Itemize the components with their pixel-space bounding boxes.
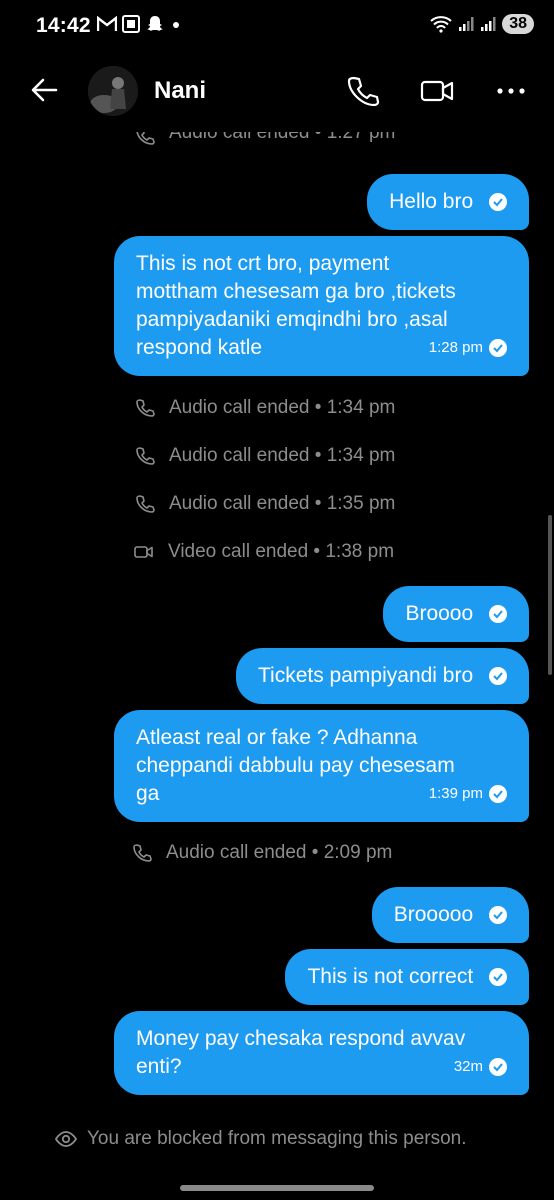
phone-icon: [136, 132, 155, 145]
read-receipt-icon: [489, 785, 507, 803]
status-time: 14:42: [36, 14, 91, 37]
message-text: Brooooo: [393, 903, 474, 926]
message-text: This is not correct: [307, 965, 474, 988]
more-icon[interactable]: [494, 74, 528, 108]
message-bubble[interactable]: Atleast real or fake ? Adhanna cheppandi…: [114, 710, 529, 822]
blocked-notice: You are blocked from messaging this pers…: [55, 1128, 467, 1150]
signal-icon: [481, 17, 496, 31]
call-log-text: Audio call ended • 1:34 pm: [169, 445, 396, 466]
call-log-text: Audio call ended • 1:27 pm: [169, 132, 396, 143]
status-bar: 14:42 38: [0, 0, 554, 56]
call-log-item: Video call ended • 1:38 pm: [134, 541, 394, 563]
call-log-text: Audio call ended • 1:34 pm: [169, 397, 396, 418]
eye-icon: [55, 1131, 77, 1147]
read-receipt-icon: [489, 906, 507, 925]
call-log-item: Audio call ended • 1:34 pm: [135, 397, 395, 419]
read-receipt-icon: [489, 968, 507, 987]
message-time: 1:28 pm: [428, 339, 483, 356]
scrollbar[interactable]: [548, 515, 552, 675]
battery-indicator: 38: [502, 14, 534, 34]
call-log-text: Audio call ended • 1:35 pm: [169, 493, 396, 514]
home-indicator[interactable]: [180, 1185, 374, 1191]
gmail-icon: [97, 16, 117, 31]
message-bubble[interactable]: Money pay chesaka respond avvav enti? 32…: [114, 1011, 529, 1095]
message-bubble[interactable]: This is not correct: [285, 949, 529, 1005]
conversation-header: Nani: [0, 56, 554, 128]
call-log-text: Video call ended • 1:38 pm: [168, 541, 395, 562]
call-log-item: Audio call ended • 2:09 pm: [132, 842, 392, 864]
message-bubble[interactable]: Brooooo: [371, 887, 529, 943]
call-log-item: Audio call ended • 1:35 pm: [135, 493, 395, 515]
message-time: 32m: [453, 1058, 483, 1075]
message-bubble[interactable]: Tickets pampiyandi bro: [236, 648, 529, 704]
message-bubble[interactable]: Broooo: [383, 586, 529, 642]
message-text: Tickets pampiyandi bro: [258, 664, 474, 687]
phone-icon[interactable]: [346, 74, 380, 108]
read-receipt-icon: [489, 339, 507, 357]
message-text: Hello bro: [389, 190, 474, 213]
video-icon: [134, 546, 153, 558]
call-log-item: Audio call ended • 1:27 pm: [135, 132, 395, 154]
message-text: Money pay chesaka respond avvav enti?: [136, 1027, 466, 1078]
read-receipt-icon: [489, 667, 507, 686]
signal-icon: [459, 17, 474, 31]
phone-icon: [136, 495, 155, 513]
avatar-photo: [88, 66, 138, 116]
message-time: 1:39 pm: [428, 785, 483, 802]
read-receipt-icon: [489, 605, 507, 624]
read-receipt-icon: [489, 1058, 507, 1076]
message-bubble[interactable]: Hello bro: [367, 174, 529, 230]
phone-icon: [133, 844, 152, 862]
avatar[interactable]: [88, 66, 138, 116]
blocked-text: You are blocked from messaging this pers…: [87, 1128, 467, 1149]
video-icon[interactable]: [420, 74, 454, 108]
contact-name[interactable]: Nani: [154, 77, 206, 105]
screenshot-icon: [122, 15, 140, 33]
phone-icon: [136, 399, 155, 417]
back-arrow-icon[interactable]: [28, 74, 60, 106]
dot-icon: [173, 22, 179, 28]
phone-icon: [136, 447, 155, 465]
read-receipt-icon: [489, 193, 507, 212]
wifi-icon: [430, 16, 452, 33]
message-bubble[interactable]: This is not crt bro, payment mottham che…: [114, 236, 529, 376]
call-log-text: Audio call ended • 2:09 pm: [166, 842, 393, 863]
snapchat-icon: [147, 16, 163, 31]
message-text: Broooo: [405, 602, 474, 625]
call-log-item: Audio call ended • 1:34 pm: [135, 445, 395, 467]
